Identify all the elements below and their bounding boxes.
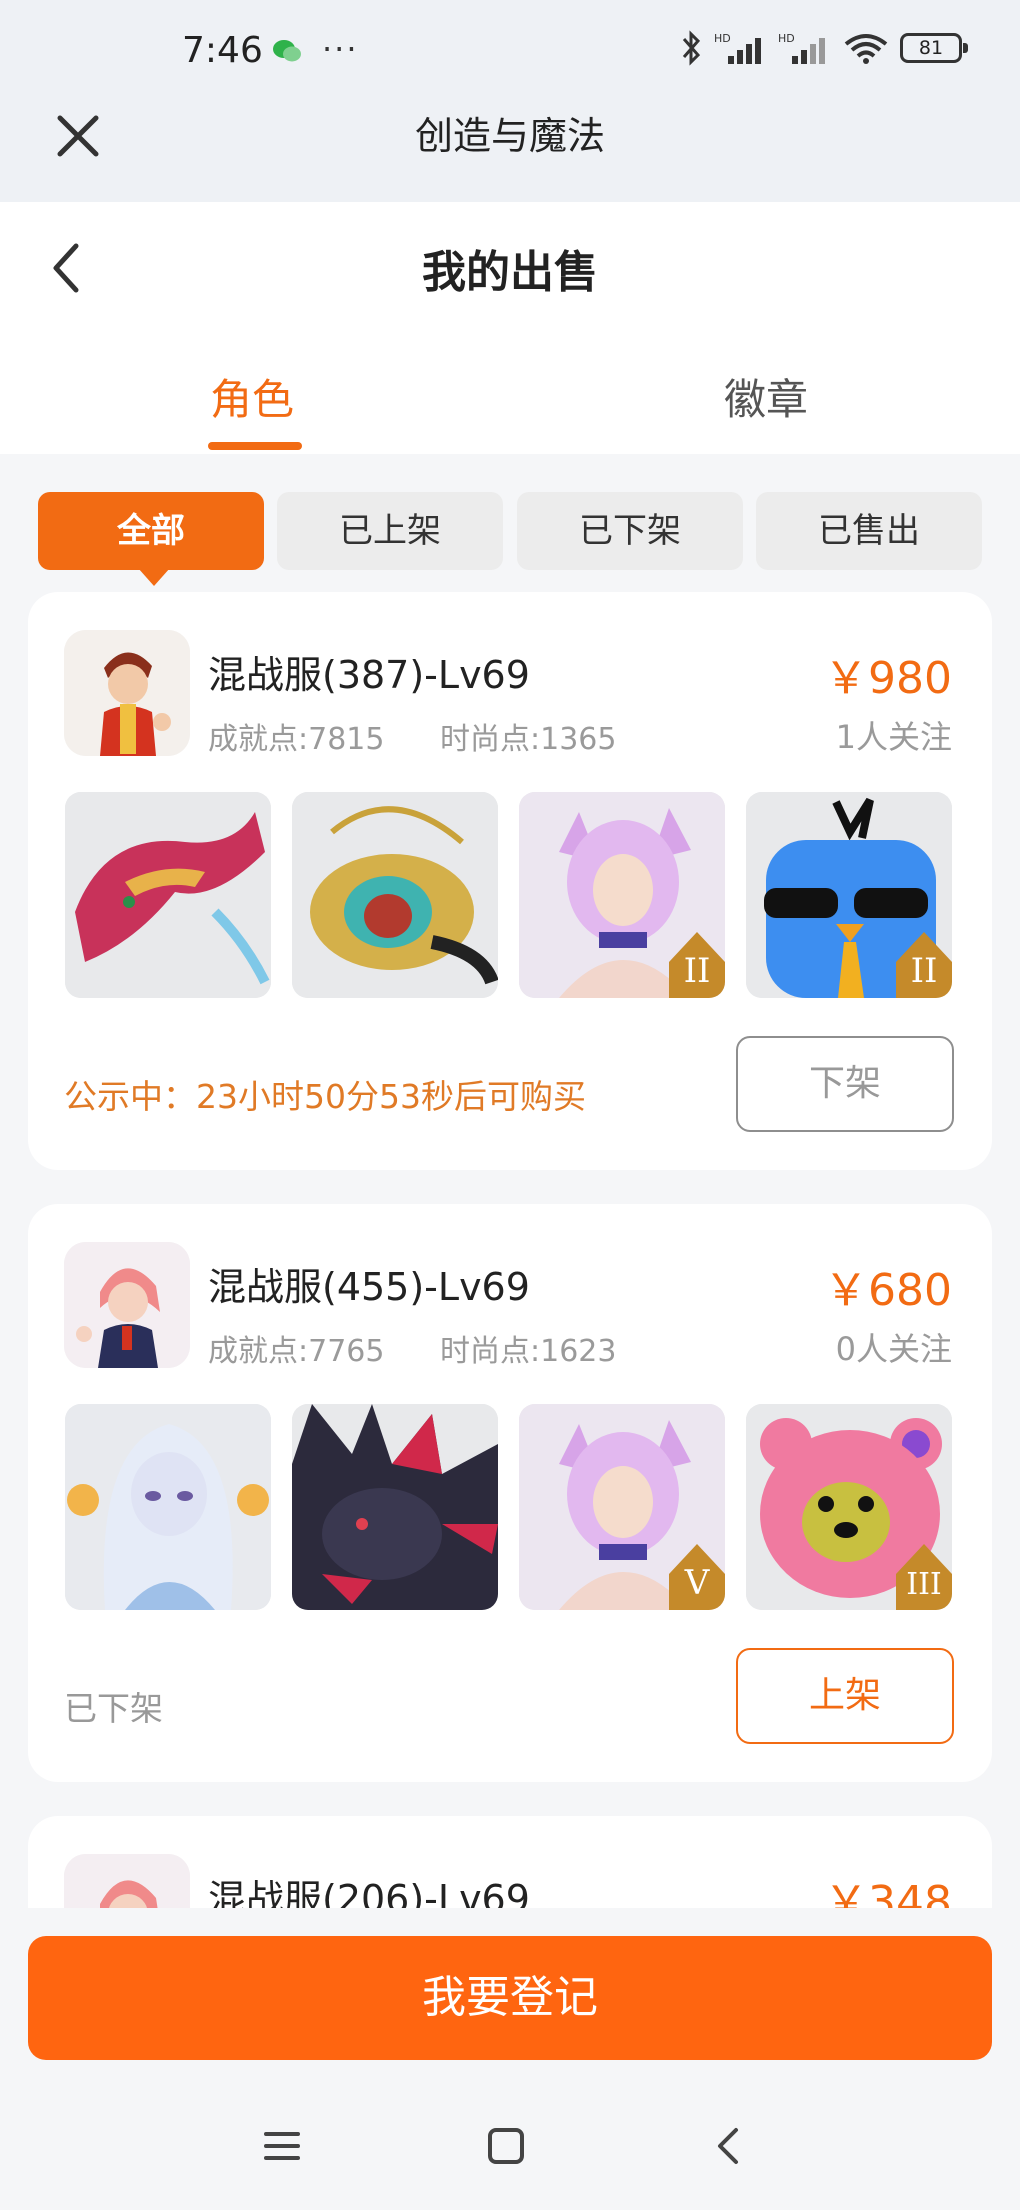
- fashion-points: 时尚点:1365: [440, 722, 617, 757]
- listing-status: 已下架: [64, 1689, 163, 1728]
- follower-count: 0人关注: [835, 1330, 952, 1368]
- home-icon[interactable]: [482, 2122, 530, 2170]
- fashion-points: 时尚点:1623: [440, 1334, 617, 1369]
- character-avatar: [64, 1242, 190, 1368]
- battery-indicator: 81: [900, 33, 968, 63]
- character-avatar: [64, 630, 190, 756]
- svg-text:III: III: [906, 1567, 942, 1602]
- register-button[interactable]: 我要登记: [28, 1936, 992, 2060]
- item-thumbnail-fox-spirit[interactable]: V: [519, 1404, 725, 1610]
- bluetooth-icon: [682, 30, 701, 66]
- svg-text:HD: HD: [714, 32, 731, 45]
- filter-sold[interactable]: 已售出: [756, 492, 982, 570]
- item-thumbnail-crimson-dragon[interactable]: [65, 792, 271, 998]
- active-tab-indicator: [208, 442, 302, 450]
- mini-app-title: 创造与魔法: [414, 114, 605, 158]
- page-title: 我的出售: [422, 247, 598, 298]
- follower-count: 1人关注: [835, 718, 952, 756]
- achievement-points: 成就点:7815: [208, 722, 385, 757]
- svg-text:V: V: [684, 1563, 711, 1603]
- item-thumbnail-white-spirit[interactable]: [65, 1404, 271, 1610]
- item-thumbnail-pink-bear[interactable]: III: [746, 1404, 952, 1610]
- relist-button[interactable]: 上架: [736, 1648, 954, 1744]
- more-indicator: ···: [322, 30, 359, 68]
- status-icons: HD HD 81: [680, 30, 968, 66]
- achievement-points: 成就点:7765: [208, 1334, 385, 1369]
- tab-role[interactable]: 角色: [210, 366, 294, 427]
- svg-text:II: II: [911, 951, 938, 991]
- listing-status: 公示中：23小时50分53秒后可购买: [64, 1077, 586, 1116]
- listing-title: 混战服(387)-Lv69: [208, 653, 530, 697]
- listing-price: ￥980: [824, 653, 952, 704]
- listing-card[interactable]: 混战服(455)-Lv69 成就点:7765 时尚点:1623 ￥680 0人关…: [28, 1204, 992, 1782]
- item-thumbnail-fox-spirit[interactable]: II: [519, 792, 725, 998]
- status-time: 7:46: [182, 30, 263, 71]
- listing-price: ￥680: [824, 1265, 952, 1316]
- tab-badge[interactable]: 徽章: [724, 366, 808, 427]
- filter-all[interactable]: 全部: [38, 492, 264, 586]
- wifi-icon: [844, 34, 888, 64]
- filter-unlisted[interactable]: 已下架: [517, 492, 743, 570]
- svg-text:HD: HD: [778, 32, 795, 45]
- signal-hd-icon: HD: [778, 32, 825, 64]
- filter-listed[interactable]: 已上架: [277, 492, 503, 570]
- item-thumbnail-dark-dragon[interactable]: [292, 1404, 498, 1610]
- back-icon[interactable]: [706, 2122, 754, 2170]
- listing-title: 混战服(455)-Lv69: [208, 1265, 530, 1309]
- wechat-icon: [273, 40, 301, 62]
- signal-hd-icon: HD: [714, 32, 761, 64]
- svg-text:II: II: [684, 951, 711, 991]
- item-thumbnail-golden-beetle[interactable]: [292, 792, 498, 998]
- menu-icon[interactable]: [258, 2122, 306, 2170]
- item-thumbnail-blue-bird[interactable]: II: [746, 792, 952, 998]
- unlist-button[interactable]: 下架: [736, 1036, 954, 1132]
- listing-card[interactable]: 混战服(387)-Lv69 成就点:7815 时尚点:1365 ￥980 1人关…: [28, 592, 992, 1170]
